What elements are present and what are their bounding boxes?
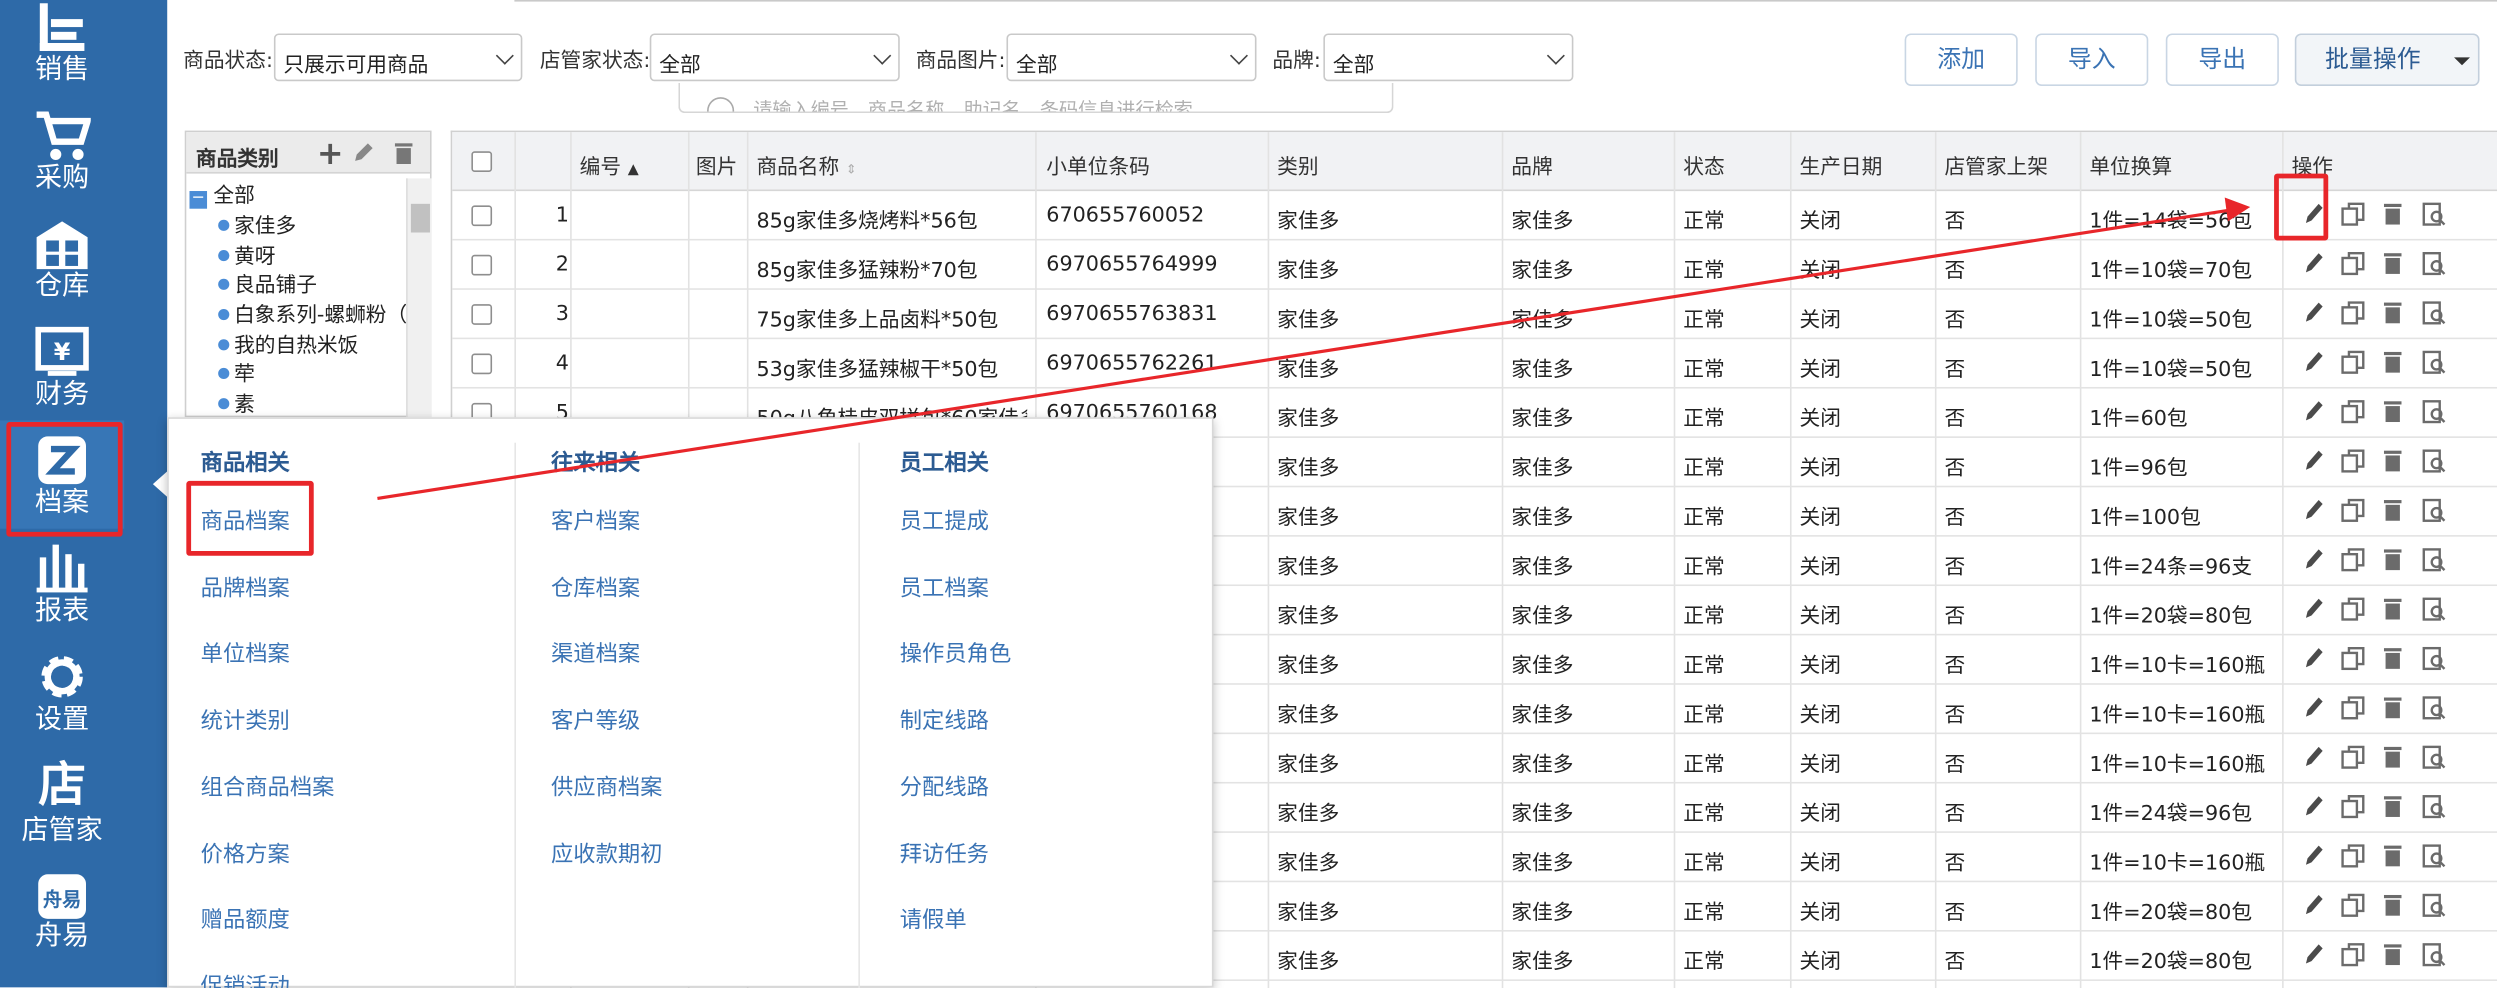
annotation-arrow [377, 197, 2251, 501]
app-root: 销售 采购 仓库 ¥ 财务 档案 报表 设置 店 店管家 舟易 舟易 商品状态:… [0, 0, 2497, 988]
